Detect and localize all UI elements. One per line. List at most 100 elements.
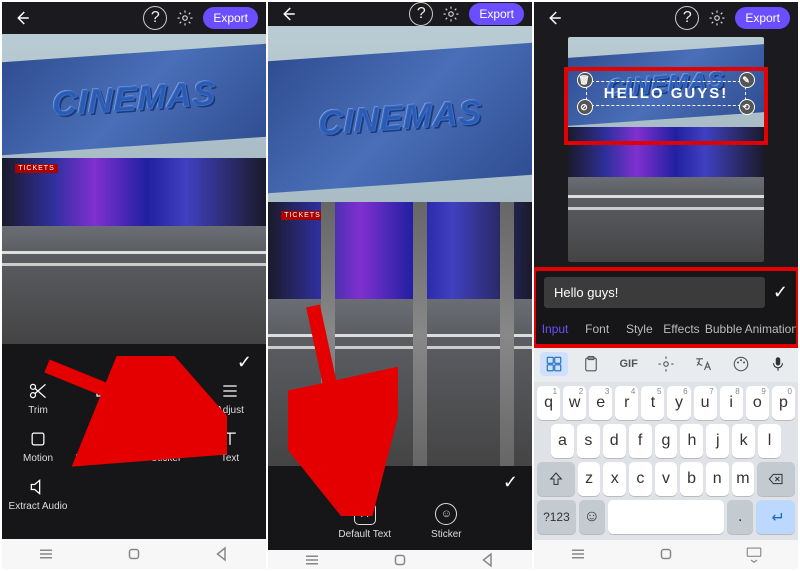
video-preview[interactable]: CINEMAS TICKETS xyxy=(268,26,532,466)
default-text-button[interactable]: A Default Text xyxy=(338,503,391,540)
android-nav xyxy=(268,550,532,569)
back-icon[interactable] xyxy=(542,6,566,30)
enter-key[interactable] xyxy=(756,500,795,534)
key-w[interactable]: w2 xyxy=(563,386,586,420)
gear-icon[interactable] xyxy=(705,6,729,30)
scene-title: CINEMAS xyxy=(318,93,482,143)
key-m[interactable]: m xyxy=(732,462,755,496)
tool-filters[interactable]: Filters xyxy=(134,380,198,416)
space-key[interactable] xyxy=(608,500,725,534)
key-v[interactable]: v xyxy=(655,462,678,496)
back-nav-icon[interactable] xyxy=(479,551,497,569)
backspace-key[interactable] xyxy=(757,462,795,496)
background-icon xyxy=(91,428,113,450)
tool-trim[interactable]: Trim xyxy=(6,380,70,416)
confirm-icon[interactable]: ✓ xyxy=(237,352,252,373)
keyboard-toolbar: GIF xyxy=(534,346,798,381)
translate-strip-icon[interactable] xyxy=(689,352,717,376)
tool-panel: All ✓ Trim Filters Adjust Motion Backgro… xyxy=(2,344,266,539)
text-box-icon: A xyxy=(354,503,376,525)
clipboard-strip-icon[interactable] xyxy=(577,352,605,376)
home-icon[interactable] xyxy=(391,551,409,569)
numeric-key[interactable]: ?123 xyxy=(537,500,576,534)
key-s[interactable]: s xyxy=(577,424,600,458)
panel-text-menu: ? Export CINEMAS TICKETS ✓ A Default Tex… xyxy=(268,2,532,569)
key-x[interactable]: x xyxy=(603,462,626,496)
export-button[interactable]: Export xyxy=(203,7,258,29)
video-preview[interactable]: CINEMAS TICKETS xyxy=(2,34,266,344)
confirm-icon[interactable]: ✓ xyxy=(268,466,532,499)
top-bar: ? Export xyxy=(2,2,266,34)
home-icon[interactable] xyxy=(657,545,675,563)
back-nav-icon[interactable] xyxy=(213,545,231,563)
back-icon[interactable] xyxy=(276,2,300,26)
tool-panel-title: All xyxy=(126,354,142,370)
help-icon[interactable]: ? xyxy=(675,6,699,30)
sticker-strip-icon[interactable] xyxy=(540,352,568,376)
android-nav xyxy=(2,539,266,569)
tool-crop[interactable] xyxy=(70,380,134,416)
recent-icon[interactable] xyxy=(37,545,55,563)
home-icon[interactable] xyxy=(125,545,143,563)
key-p[interactable]: p0 xyxy=(772,386,795,420)
export-button[interactable]: Export xyxy=(735,7,790,29)
tool-background[interactable]: Background xyxy=(70,428,134,464)
panel-tools: ? Export CINEMAS TICKETS All ✓ Trim Filt… xyxy=(2,2,266,569)
key-r[interactable]: r4 xyxy=(615,386,638,420)
key-t[interactable]: t5 xyxy=(641,386,664,420)
help-icon[interactable]: ? xyxy=(143,6,167,30)
text-submenu: ✓ A Default Text ☺ Sticker xyxy=(268,466,532,550)
period-key[interactable]: . xyxy=(727,500,753,534)
key-q[interactable]: q1 xyxy=(537,386,560,420)
key-f[interactable]: f xyxy=(629,424,652,458)
export-button[interactable]: Export xyxy=(469,3,524,25)
key-o[interactable]: o9 xyxy=(746,386,769,420)
key-b[interactable]: b xyxy=(680,462,703,496)
tool-extract-audio[interactable]: Extract Audio xyxy=(6,476,70,512)
annotation-highlight xyxy=(534,267,798,348)
key-l[interactable]: l xyxy=(758,424,781,458)
shift-key[interactable] xyxy=(537,462,575,496)
key-h[interactable]: h xyxy=(680,424,703,458)
panel-keyboard: ? Export CINEMAS HELLO GUYS! 🗑 ✎ ⊘ ⟲ ✓ xyxy=(534,2,798,569)
key-i[interactable]: i8 xyxy=(720,386,743,420)
recent-icon[interactable] xyxy=(569,545,587,563)
emoji-key[interactable]: ☺ xyxy=(579,500,605,534)
motion-icon xyxy=(27,428,49,450)
key-z[interactable]: z xyxy=(578,462,601,496)
top-bar: ? Export xyxy=(534,2,798,33)
keyboard-hide-icon[interactable] xyxy=(745,545,763,563)
back-icon[interactable] xyxy=(10,6,34,30)
top-bar: ? Export xyxy=(268,2,532,26)
tool-motion[interactable]: Motion xyxy=(6,428,70,464)
key-a[interactable]: a xyxy=(551,424,574,458)
theme-strip-icon[interactable] xyxy=(727,352,755,376)
key-d[interactable]: d xyxy=(603,424,626,458)
key-u[interactable]: u7 xyxy=(694,386,717,420)
gear-icon[interactable] xyxy=(439,2,463,26)
key-y[interactable]: y6 xyxy=(667,386,690,420)
settings-strip-icon[interactable] xyxy=(652,352,680,376)
recent-icon[interactable] xyxy=(303,551,321,569)
tool-sticker[interactable]: Sticker xyxy=(134,428,198,464)
scissors-icon xyxy=(27,380,49,402)
sliders-icon xyxy=(219,380,241,402)
key-n[interactable]: n xyxy=(706,462,729,496)
android-nav xyxy=(534,540,798,569)
audio-icon xyxy=(27,476,49,498)
key-e[interactable]: e3 xyxy=(589,386,612,420)
key-c[interactable]: c xyxy=(629,462,652,496)
soft-keyboard: q1w2e3r4t5y6u7i8o9p0 asdfghjkl zxcvbnm ?… xyxy=(534,382,798,540)
help-icon[interactable]: ? xyxy=(409,2,433,26)
annotation-highlight xyxy=(564,67,768,145)
tool-adjust[interactable]: Adjust xyxy=(198,380,262,416)
key-g[interactable]: g xyxy=(655,424,678,458)
sparkle-icon xyxy=(155,380,177,402)
key-k[interactable]: k xyxy=(732,424,755,458)
gif-strip-icon[interactable]: GIF xyxy=(615,352,643,376)
sticker-button[interactable]: ☺ Sticker xyxy=(431,503,462,540)
mic-strip-icon[interactable] xyxy=(764,352,792,376)
key-j[interactable]: j xyxy=(706,424,729,458)
gear-icon[interactable] xyxy=(173,6,197,30)
tool-text[interactable]: Text xyxy=(198,428,262,464)
